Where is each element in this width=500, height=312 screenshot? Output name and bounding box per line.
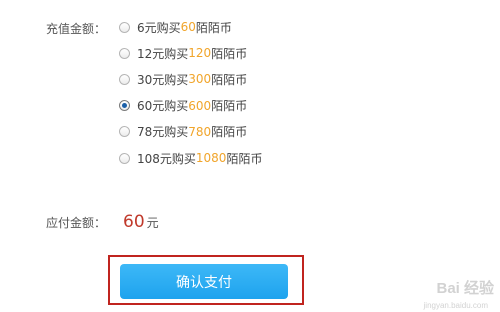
option-currency: 陌陌币 — [211, 99, 248, 114]
option-coins: 120 — [188, 46, 212, 61]
option-currency: 陌陌币 — [211, 125, 248, 140]
radio-button[interactable] — [119, 126, 130, 138]
recharge-option-108[interactable]: 108元购买 1080 陌陌币 — [119, 145, 262, 171]
recharge-option-6[interactable]: 6元购买 60 陌陌币 — [119, 14, 262, 40]
radio-button[interactable] — [119, 21, 130, 33]
option-price: 30元购买 — [137, 72, 189, 87]
confirm-pay-button[interactable]: 确认支付 — [120, 264, 288, 299]
recharge-amount-label: 充值金额： — [46, 22, 107, 36]
radio-button[interactable] — [119, 152, 130, 164]
option-price: 108元购买 — [137, 151, 196, 166]
payable-amount-label: 应付金额： — [46, 216, 107, 230]
payable-amount-value: 60 — [123, 212, 145, 232]
baidu-jingyan-watermark: Bai 经验 — [436, 280, 494, 297]
recharge-options: 6元购买 60 陌陌币 12元购买 120 陌陌币 30元购买 300 陌陌币 60元购买 6… — [119, 14, 262, 171]
option-currency: 陌陌币 — [226, 151, 263, 166]
option-coins: 1080 — [195, 151, 227, 166]
option-price: 78元购买 — [137, 125, 189, 140]
option-coins: 300 — [188, 72, 212, 87]
option-coins: 780 — [188, 124, 212, 139]
option-price: 60元购买 — [137, 99, 189, 114]
radio-button-selected[interactable] — [119, 100, 130, 112]
recharge-option-78[interactable]: 78元购买 780 陌陌币 — [119, 119, 262, 145]
recharge-option-30[interactable]: 30元购买 300 陌陌币 — [119, 66, 262, 92]
option-coins: 600 — [188, 98, 212, 113]
option-coins: 60 — [180, 20, 196, 35]
option-currency: 陌陌币 — [195, 20, 232, 35]
option-price: 6元购买 — [137, 20, 181, 35]
option-currency: 陌陌币 — [211, 46, 248, 61]
payable-amount-unit: 元 — [146, 216, 159, 230]
radio-button[interactable] — [119, 73, 130, 85]
recharge-option-60[interactable]: 60元购买 600 陌陌币 — [119, 93, 262, 119]
watermark-url: jingyan.baidu.com — [423, 301, 488, 310]
recharge-option-12[interactable]: 12元购买 120 陌陌币 — [119, 40, 262, 66]
option-currency: 陌陌币 — [211, 72, 248, 87]
radio-button[interactable] — [119, 47, 130, 59]
payable-amount-row: 应付金额： 60 元 — [46, 212, 159, 232]
option-price: 12元购买 — [137, 46, 189, 61]
